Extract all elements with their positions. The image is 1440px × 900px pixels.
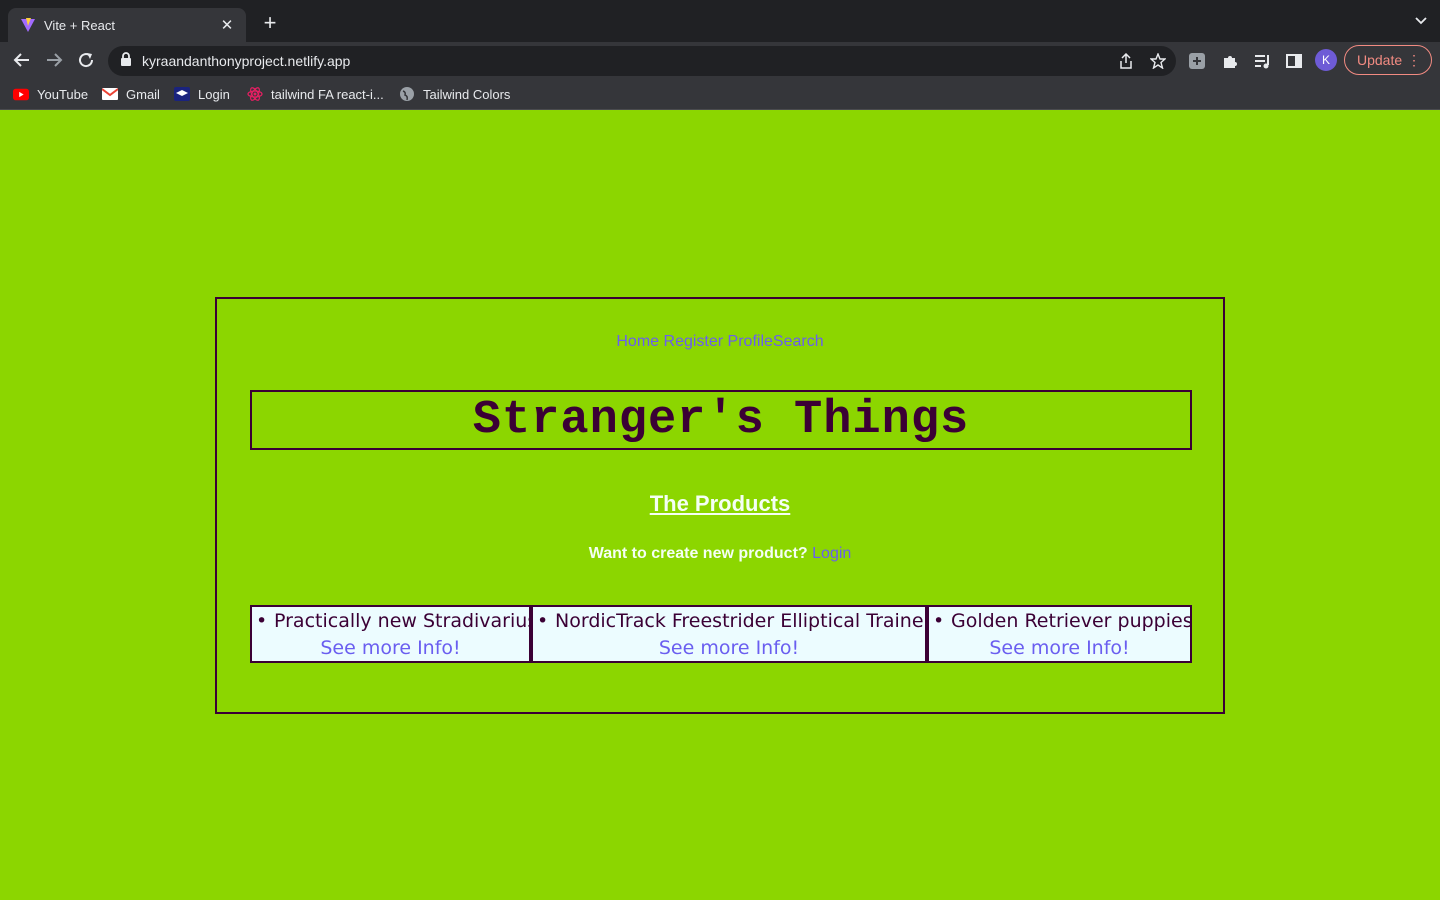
puzzle-extensions-icon[interactable] [1221,52,1239,70]
youtube-icon [13,86,29,102]
browser-toolbar: kyraandanthonyproject.netlify.app K Upda… [0,42,1440,78]
product-name: Golden Retriever puppies [933,610,1190,632]
bookmark-star-icon[interactable] [1150,53,1166,69]
lock-icon[interactable] [120,51,132,71]
product-name: Practically new Stradivarius [256,610,529,632]
product-card: Golden Retriever puppies See more Info! [927,605,1192,663]
site-nav: Home Register ProfileSearch [217,333,1223,351]
bookmark-label: Login [198,86,230,102]
page-body: Home Register ProfileSearch Stranger's T… [0,111,1440,900]
bookmark-youtube[interactable]: YouTube [13,85,88,103]
bookmark-label: tailwind FA react-i... [271,86,384,102]
reading-list-icon[interactable] [1253,52,1271,70]
reload-icon[interactable] [76,50,96,70]
products-heading: The Products [649,491,791,516]
vite-favicon-icon [20,17,36,33]
login-link[interactable]: Login [812,545,851,562]
nav-home-link[interactable]: Home [616,333,659,350]
product-name: NordicTrack Freestrider Elliptical Train… [537,610,925,632]
profile-avatar[interactable]: K [1315,49,1337,71]
address-bar[interactable]: kyraandanthonyproject.netlify.app [108,46,1176,76]
nav-search-link[interactable]: Search [773,333,824,350]
tab-title: Vite + React [44,17,115,33]
graduation-cap-icon [174,86,190,102]
new-tab-icon[interactable]: + [258,12,282,36]
tab-search-chevron-icon[interactable] [1414,14,1428,28]
back-arrow-icon[interactable] [12,50,32,70]
bookmark-gmail[interactable]: Gmail [102,85,160,103]
update-label: Update [1357,52,1403,68]
see-more-info-link[interactable]: See more Info! [929,637,1190,659]
bookmark-tailwind-colors[interactable]: Tailwind Colors [399,85,510,103]
create-prompt-text: Want to create new product? [588,545,808,562]
more-menu-icon[interactable]: ⋮ [1407,52,1421,68]
side-panel-icon[interactable] [1285,52,1303,70]
create-product-prompt: Want to create new product? Login [217,545,1223,563]
bookmark-tailwind-fa[interactable]: tailwind FA react-i... [247,85,384,103]
bookmark-label: YouTube [37,86,89,102]
see-more-info-link[interactable]: See more Info! [533,637,925,659]
forward-arrow-icon[interactable] [44,50,64,70]
update-button[interactable]: Update ⋮ [1344,45,1432,75]
extension-icon[interactable] [1188,52,1206,70]
share-icon[interactable] [1118,53,1134,69]
bookmark-login[interactable]: Login [174,85,230,103]
close-tab-icon[interactable]: ✕ [218,16,236,34]
tab-strip: Vite + React ✕ + [0,0,1440,42]
browser-tab[interactable]: Vite + React ✕ [8,8,246,42]
nav-profile-link[interactable]: Profile [728,333,773,350]
title-banner: Stranger's Things [250,390,1192,450]
site-title: Stranger's Things [472,393,970,447]
product-card: NordicTrack Freestrider Elliptical Train… [531,605,927,663]
gmail-icon [102,86,118,102]
nav-register-link[interactable]: Register [664,333,724,350]
globe-icon [399,86,415,102]
bookmark-label: Tailwind Colors [423,86,511,102]
react-icon [247,86,263,102]
product-card: Practically new Stradivarius See more In… [250,605,531,663]
url-text[interactable]: kyraandanthonyproject.netlify.app [142,53,350,69]
product-list: Practically new Stradivarius See more In… [250,605,1192,663]
main-container: Home Register ProfileSearch Stranger's T… [215,297,1225,714]
bookmark-label: Gmail [126,86,160,102]
see-more-info-link[interactable]: See more Info! [252,637,529,659]
bookmarks-bar: YouTube Gmail Login tailwind FA react-i.… [0,78,1440,110]
